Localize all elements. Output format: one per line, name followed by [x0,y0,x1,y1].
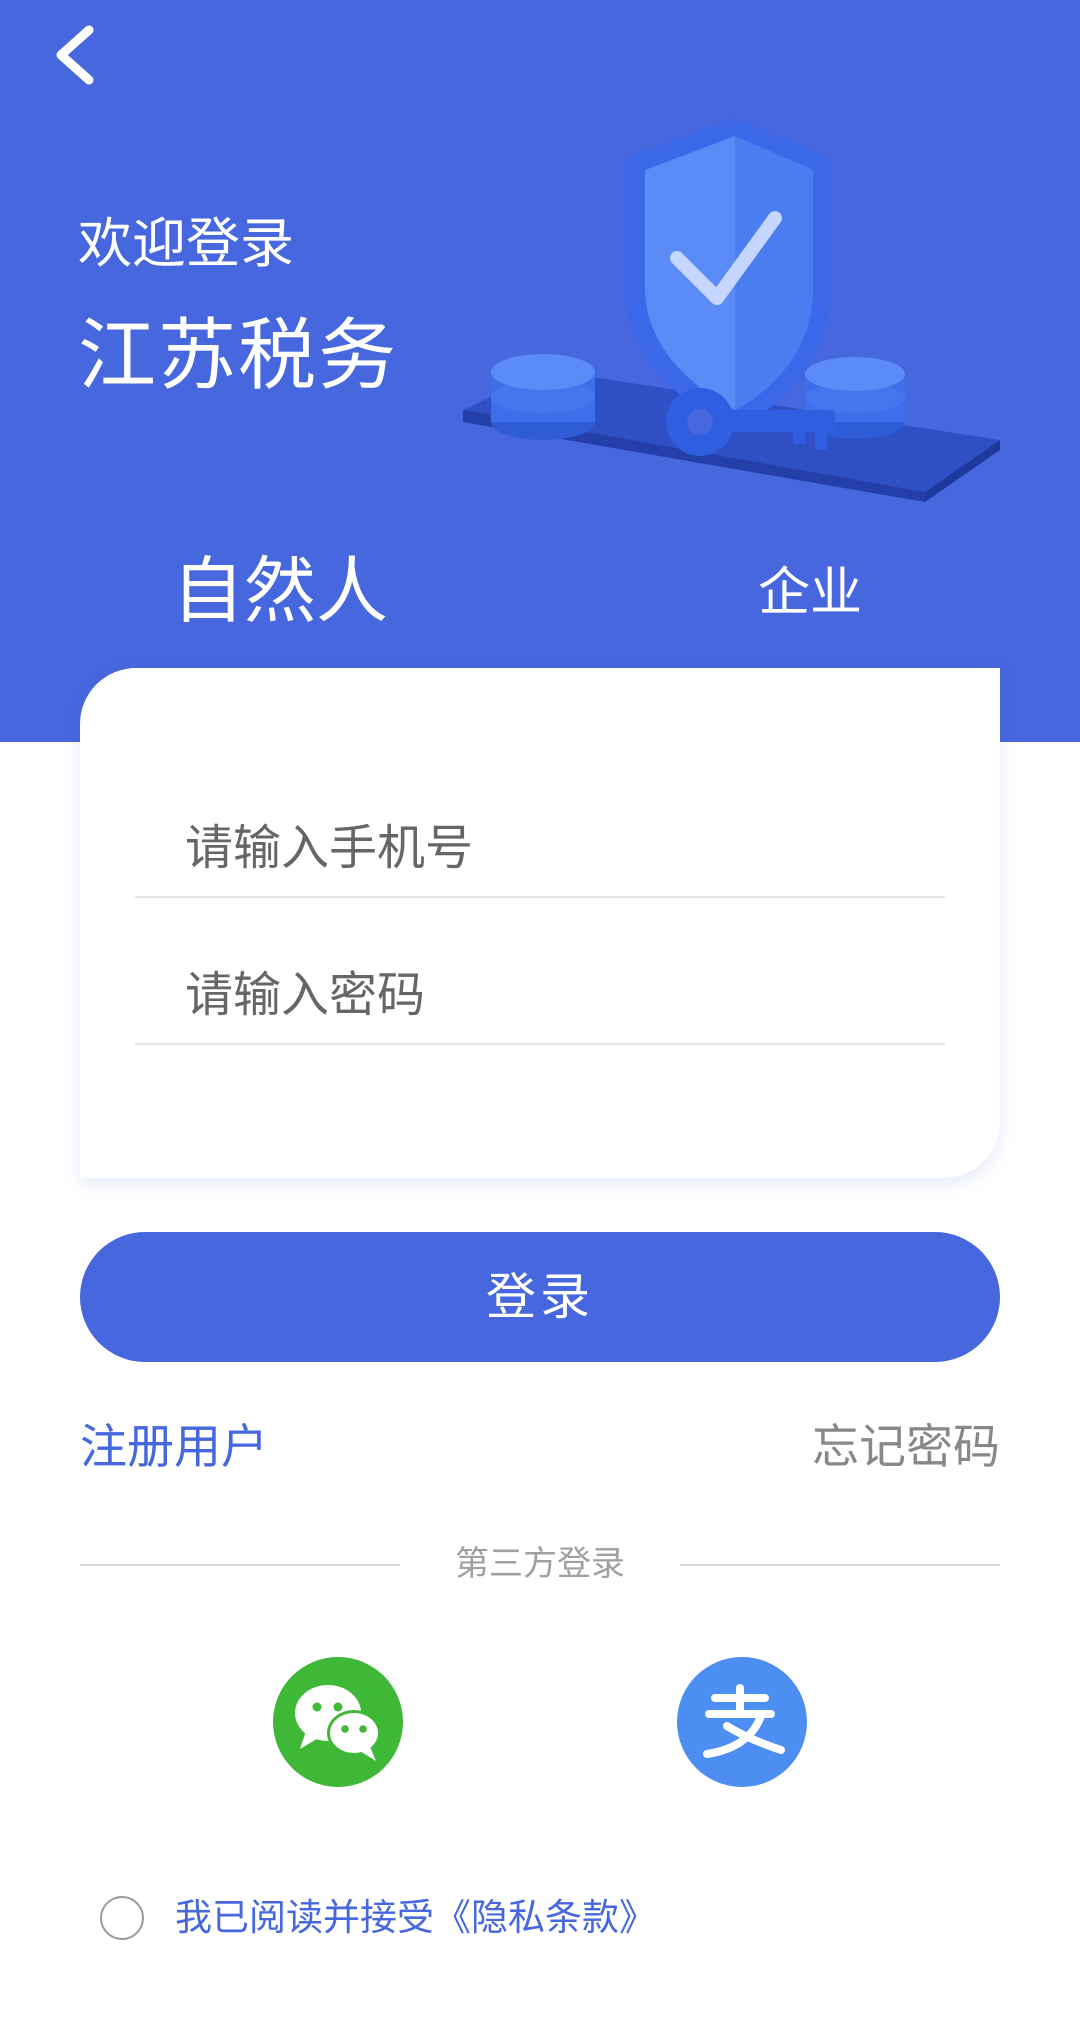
wechat-login-button[interactable] [273,1657,403,1787]
login-form-card [80,668,1000,1178]
alipay-icon [703,1684,785,1758]
welcome-text: 欢迎登录 [78,212,294,275]
phone-input[interactable] [185,798,925,898]
phone-field [135,798,945,898]
privacy-policy-link[interactable]: 《隐私条款》 [434,1896,656,1939]
shield-check-key-icon [463,118,1000,502]
agreement-checkbox[interactable] [100,1896,144,1940]
login-button[interactable]: 登录 [80,1232,1000,1362]
divider-left [80,1564,400,1566]
tab-enterprise[interactable]: 企业 [758,562,862,624]
wechat-icon [295,1685,381,1761]
agreement-text: 我已阅读并接受《隐私条款》 [175,1893,656,1943]
back-button[interactable] [30,10,120,100]
forgot-password-link[interactable]: 忘记密码 [812,1418,1000,1478]
divider-right [680,1564,1000,1566]
alipay-login-button[interactable] [677,1657,807,1787]
tab-natural-person[interactable]: 自然人 [172,548,388,634]
chevron-left-icon [56,25,94,85]
app-title: 江苏税务 [78,311,399,401]
register-link[interactable]: 注册用户 [80,1418,268,1478]
header-banner: 欢迎登录 江苏税务 自然人 企业 [0,0,1080,742]
password-input[interactable] [185,945,925,1045]
agreement-label: 我已阅读并接受 [175,1896,434,1939]
password-field [135,945,945,1045]
third-party-login-label: 第三方登录 [455,1544,625,1584]
